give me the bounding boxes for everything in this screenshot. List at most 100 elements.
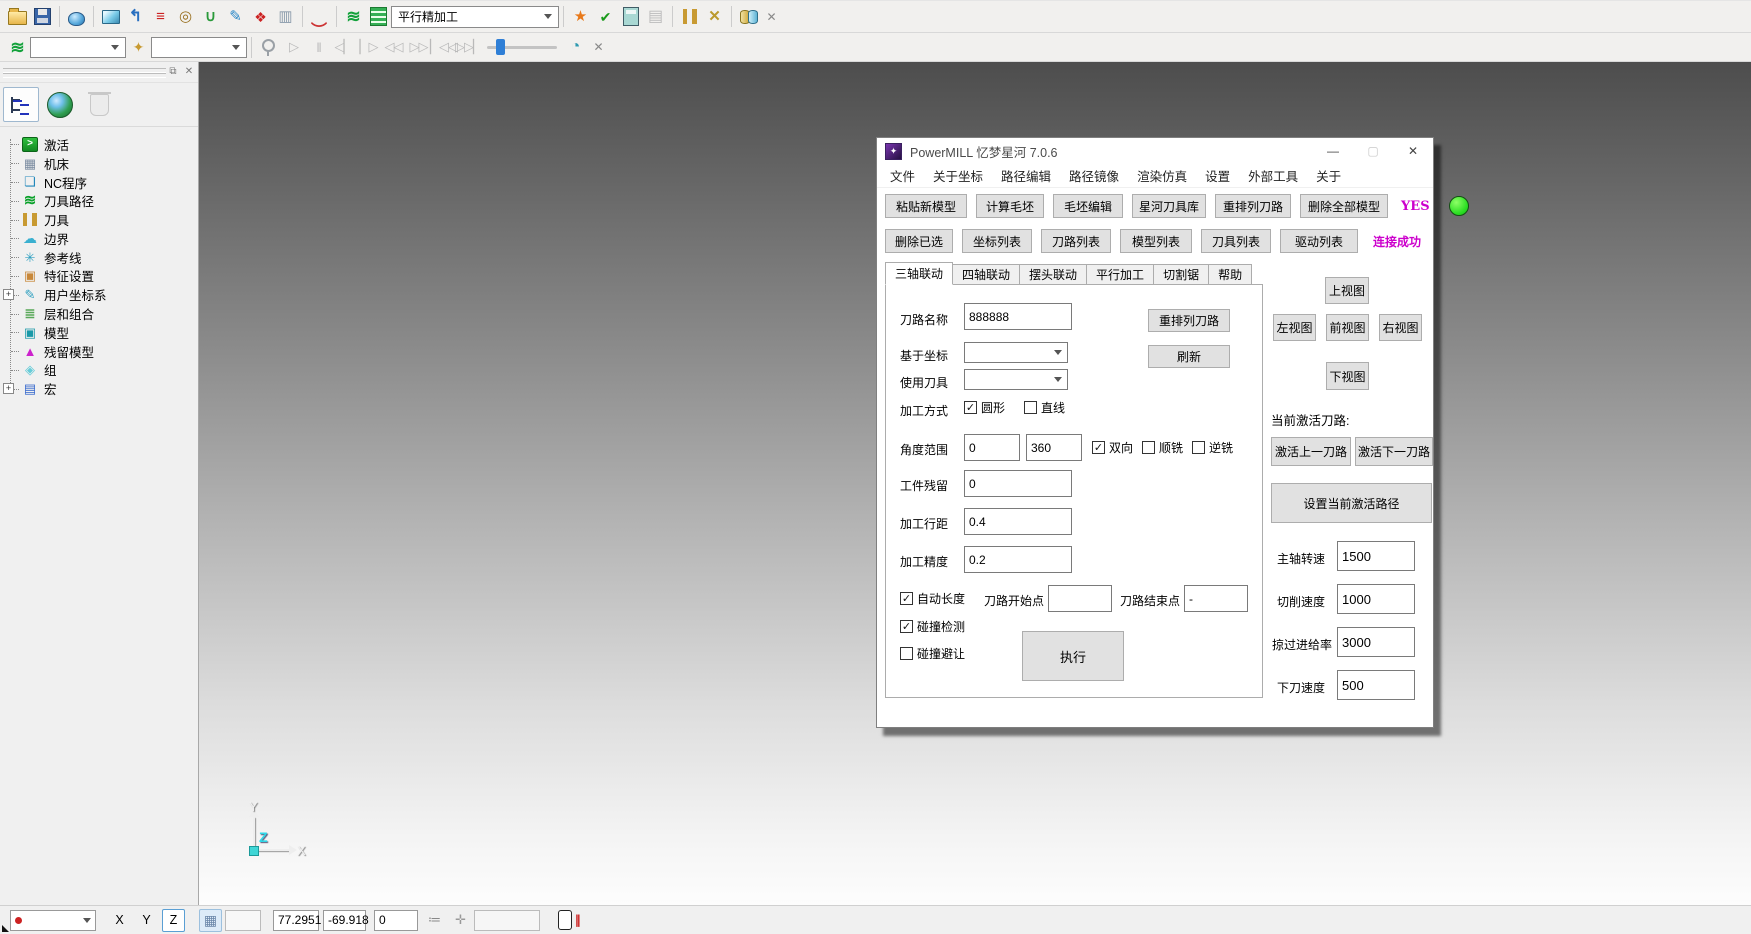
z-heights-button[interactable]: ≡ bbox=[148, 4, 173, 29]
rearrange-toolpaths-button[interactable]: 重排列刀路 bbox=[1215, 194, 1291, 218]
tolerance-input[interactable] bbox=[964, 546, 1072, 573]
tree-item-groups[interactable]: ◈ 组 bbox=[0, 361, 198, 380]
paste-new-model-button[interactable]: 粘贴新模型 bbox=[885, 194, 967, 218]
expander-icon[interactable]: + bbox=[3, 289, 14, 300]
highlight-button[interactable] bbox=[256, 35, 281, 60]
tab-saw[interactable]: 切割锯 bbox=[1154, 264, 1209, 285]
menu-coords[interactable]: 关于坐标 bbox=[924, 166, 992, 185]
resize-grip[interactable] bbox=[2, 925, 9, 932]
points-button[interactable]: ❖ bbox=[248, 4, 273, 29]
go-start-button[interactable]: ▏◁◁ bbox=[431, 35, 456, 60]
cutting-feed-input[interactable] bbox=[1337, 584, 1415, 614]
active-toolpath-combobox[interactable]: 平行精加工 bbox=[391, 6, 559, 28]
tab-swivel[interactable]: 摆头联动 bbox=[1020, 264, 1087, 285]
tab-3axis[interactable]: 三轴联动 bbox=[885, 262, 953, 285]
execute-button[interactable]: 执行 bbox=[1022, 631, 1124, 681]
line-checkbox[interactable]: 直线 bbox=[1024, 400, 1065, 415]
sim-tool-combobox[interactable] bbox=[151, 37, 247, 58]
based-coord-combobox[interactable] bbox=[964, 342, 1068, 363]
menu-render-sim[interactable]: 渲染仿真 bbox=[1128, 166, 1196, 185]
slider-handle[interactable] bbox=[496, 39, 505, 55]
close-sim-toolbar-button[interactable]: ✕ bbox=[588, 35, 609, 60]
menu-path-edit[interactable]: 路径编辑 bbox=[992, 166, 1060, 185]
toolpath-list-button[interactable] bbox=[366, 4, 391, 29]
spindle-speed-input[interactable] bbox=[1337, 541, 1415, 571]
tree-item-machine[interactable]: ▦ 机床 bbox=[0, 154, 198, 173]
view-top-button[interactable]: 上视图 bbox=[1325, 277, 1369, 304]
view-right-button[interactable]: 右视图 bbox=[1379, 314, 1422, 341]
tab-parallel[interactable]: 平行加工 bbox=[1087, 264, 1154, 285]
tree-item-nc-programs[interactable]: ❏ NC程序 bbox=[0, 173, 198, 192]
model-list-button[interactable]: 模型列表 bbox=[1120, 229, 1192, 253]
use-tool-combobox[interactable] bbox=[964, 369, 1068, 390]
boundary-button[interactable]: ∪ bbox=[198, 4, 223, 29]
grid-size-field[interactable] bbox=[225, 910, 261, 931]
delete-all-models-button[interactable]: 删除全部模型 bbox=[1300, 194, 1388, 218]
save-button[interactable] bbox=[30, 4, 55, 29]
menu-path-mirror[interactable]: 路径镜像 bbox=[1060, 166, 1128, 185]
open-file-button[interactable] bbox=[5, 4, 30, 29]
coord-x-readout[interactable]: 77.2951 bbox=[273, 910, 319, 931]
drilling-button[interactable]: ⌒ bbox=[307, 4, 332, 29]
panel-float-button[interactable]: ⧉ bbox=[166, 64, 180, 78]
rapid-move-button[interactable]: ↰ bbox=[123, 4, 148, 29]
clock-button[interactable]: ◔ bbox=[563, 35, 588, 60]
toolpath-spring-button[interactable]: ≋ bbox=[5, 35, 30, 60]
menu-settings[interactable]: 设置 bbox=[1196, 166, 1239, 185]
axis-y-button[interactable]: Y bbox=[135, 909, 158, 932]
explorer-tab-trash[interactable] bbox=[81, 87, 117, 122]
toolpath-list-button[interactable]: 刀路列表 bbox=[1041, 229, 1111, 253]
toolpath-check-button[interactable]: ✔ bbox=[593, 4, 618, 29]
tree-item-patterns[interactable]: ✳ 参考线 bbox=[0, 248, 198, 267]
edit-stock-button[interactable]: 毛坯编辑 bbox=[1053, 194, 1123, 218]
tool-holder-button[interactable]: ▥ bbox=[273, 4, 298, 29]
auto-length-checkbox[interactable]: ✓ 自动长度 bbox=[900, 591, 965, 606]
conventional-mill-checkbox[interactable]: 逆铣 bbox=[1192, 440, 1233, 455]
coord-y-readout[interactable]: -69.918 bbox=[323, 910, 366, 931]
step-forward-button[interactable]: ▏▷ bbox=[356, 35, 381, 60]
dialog-titlebar[interactable]: ✦ PowerMILL 忆梦星河 7.0.6 — ▢ ✕ bbox=[877, 138, 1433, 164]
circle-checkbox[interactable]: ✓ 圆形 bbox=[964, 400, 1005, 415]
toolpath-button[interactable]: ≋ bbox=[341, 4, 366, 29]
axis-z-button[interactable]: Z bbox=[162, 909, 185, 932]
start-point-input[interactable] bbox=[1048, 585, 1112, 612]
view-bottom-button[interactable]: 下视图 bbox=[1326, 362, 1369, 390]
angle-from-input[interactable] bbox=[964, 434, 1020, 461]
tree-item-levels[interactable]: ≣ 层和组合 bbox=[0, 304, 198, 323]
go-end-button[interactable]: ▷▷▏ bbox=[456, 35, 481, 60]
workplane-combobox[interactable] bbox=[10, 910, 96, 931]
bidirectional-checkbox[interactable]: ✓ 双向 bbox=[1092, 440, 1133, 455]
pattern-button[interactable]: ✎ bbox=[223, 4, 248, 29]
sim-toolpath-combobox[interactable] bbox=[30, 37, 126, 58]
calc-stock-button[interactable]: 计算毛坯 bbox=[976, 194, 1044, 218]
tree-item-models[interactable]: ▣ 模型 bbox=[0, 323, 198, 342]
tree-item-stock-models[interactable]: ▲ 残留模型 bbox=[0, 342, 198, 361]
tree-item-toolpaths[interactable]: ≋ 刀具路径 bbox=[0, 191, 198, 210]
ruler-button[interactable]: ▤ bbox=[643, 4, 668, 29]
cross-arrows-button[interactable]: ✕ bbox=[702, 4, 727, 29]
pause-button[interactable]: ‖ bbox=[306, 35, 331, 60]
view-left-button[interactable]: 左视图 bbox=[1273, 314, 1316, 341]
menu-external-tools[interactable]: 外部工具 bbox=[1239, 166, 1307, 185]
close-button[interactable]: ✕ bbox=[1393, 138, 1433, 164]
speed-slider[interactable] bbox=[487, 37, 557, 57]
activate-prev-button[interactable]: 激活上一刀路 bbox=[1271, 437, 1351, 466]
tool-pair-button[interactable] bbox=[677, 4, 702, 29]
plunge-feed-input[interactable] bbox=[1337, 670, 1415, 700]
tolerance-field[interactable] bbox=[474, 910, 540, 931]
refresh-button[interactable]: 刷新 bbox=[1148, 345, 1230, 368]
tree-item-tools[interactable]: 刀具 bbox=[0, 210, 198, 229]
tree-item-boundaries[interactable]: ☁ 边界 bbox=[0, 229, 198, 248]
tab-4axis[interactable]: 四轴联动 bbox=[953, 264, 1020, 285]
toolpath-verify-button[interactable]: ★ bbox=[568, 4, 593, 29]
step-back-button[interactable]: ◁▏ bbox=[331, 35, 356, 60]
grid-button[interactable]: ▦ bbox=[199, 909, 222, 932]
coord-z-readout[interactable]: 0 bbox=[374, 910, 418, 931]
maximize-button[interactable]: ▢ bbox=[1353, 138, 1393, 164]
expander-icon[interactable]: + bbox=[3, 383, 14, 394]
calculator-button[interactable] bbox=[618, 4, 643, 29]
stepover-input[interactable] bbox=[964, 508, 1072, 535]
view-front-button[interactable]: 前视图 bbox=[1326, 314, 1369, 341]
delete-selected-button[interactable]: 删除已选 bbox=[885, 229, 953, 253]
panel-close-button[interactable]: ✕ bbox=[182, 64, 196, 78]
